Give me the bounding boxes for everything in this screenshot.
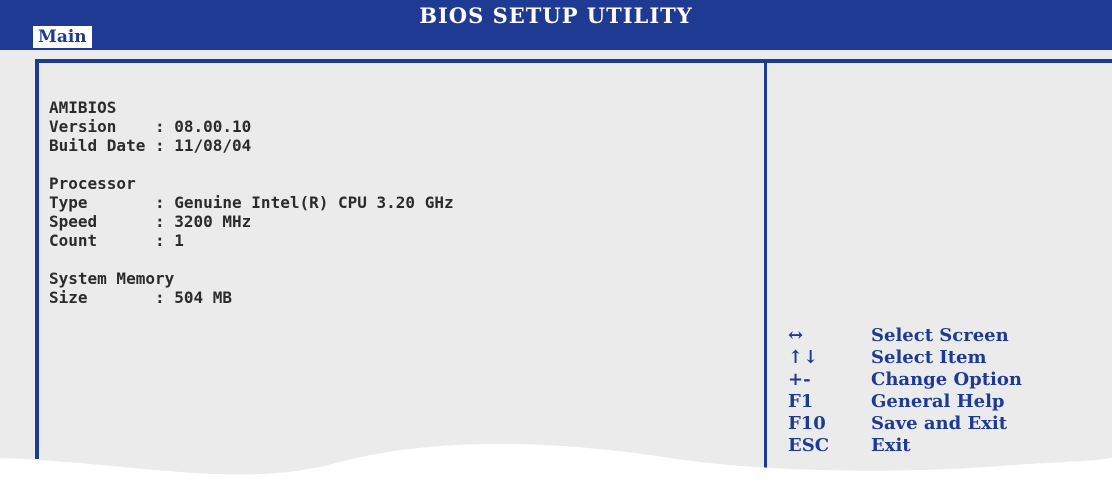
torn-edge <box>0 443 1112 495</box>
